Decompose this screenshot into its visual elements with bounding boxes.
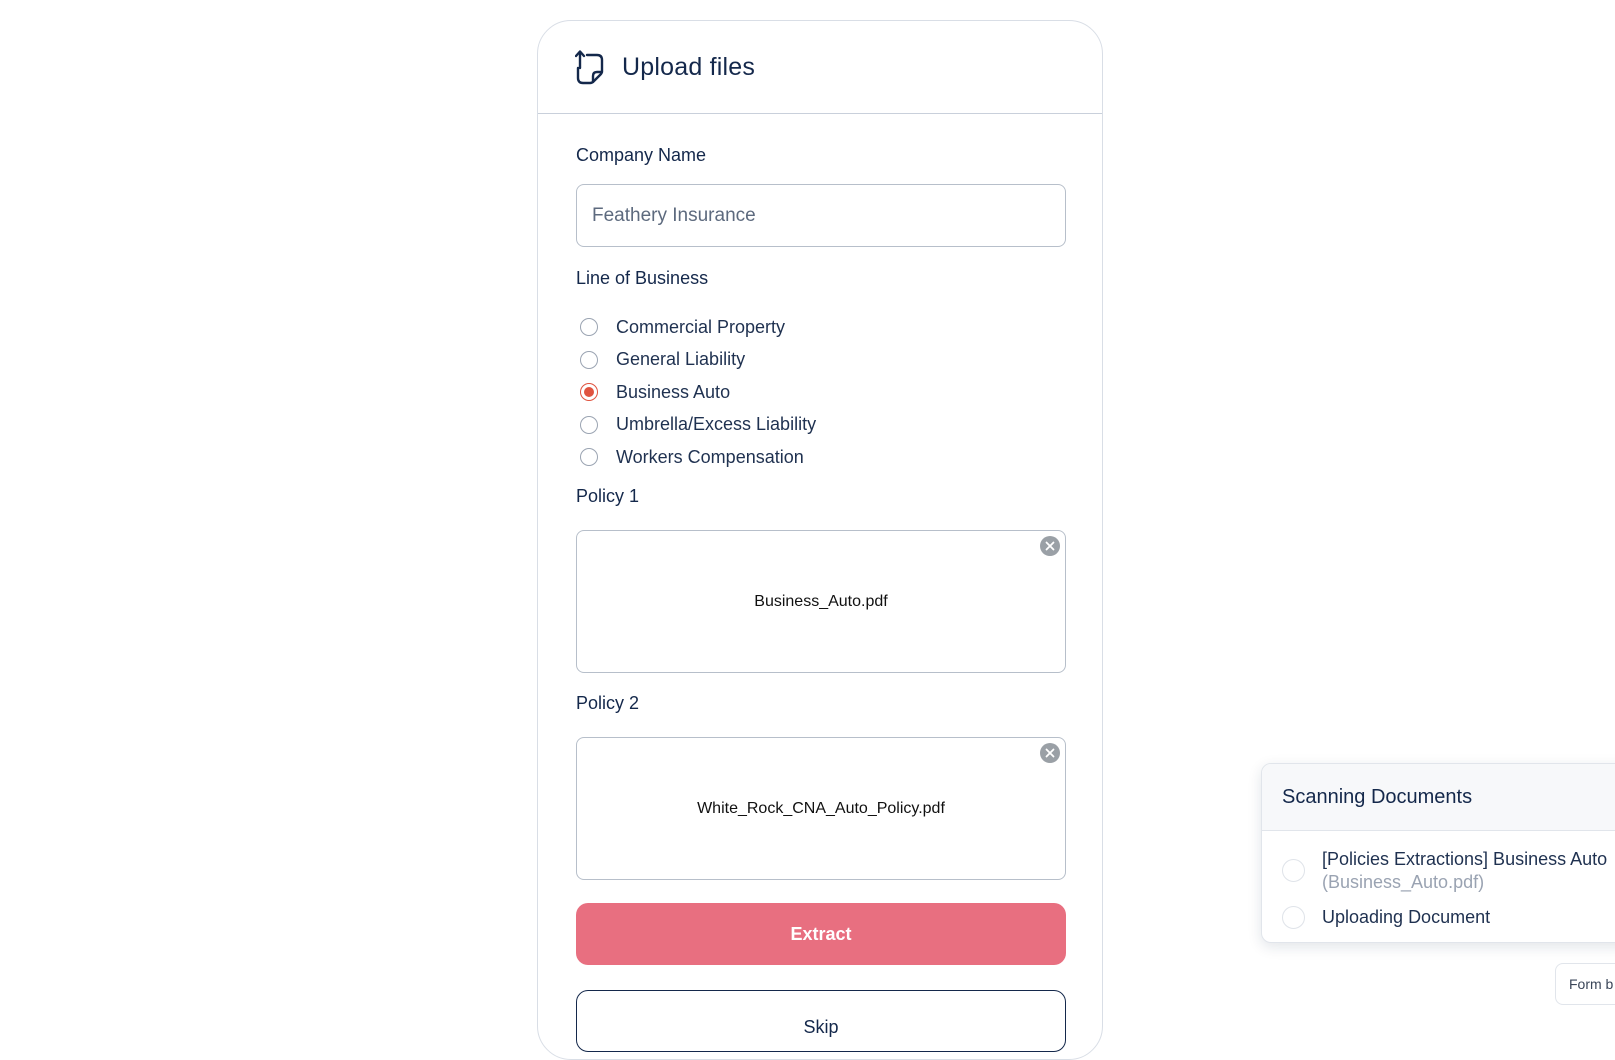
form-builder-badge[interactable]: Form b bbox=[1555, 963, 1615, 1005]
radio-commercial-property[interactable]: Commercial Property bbox=[580, 311, 816, 344]
radio-label: Commercial Property bbox=[616, 316, 786, 337]
line-of-business-label: Line of Business bbox=[576, 268, 709, 288]
radio-umbrella-excess-liability[interactable]: Umbrella/Excess Liability bbox=[580, 409, 816, 442]
remove-file-icon[interactable] bbox=[1040, 536, 1060, 556]
radio-business-auto[interactable]: Business Auto bbox=[580, 376, 816, 409]
scan-step-title: Uploading Document bbox=[1322, 907, 1491, 927]
line-of-business-radio-group: Commercial Property General Liability Bu… bbox=[580, 311, 816, 474]
remove-file-icon[interactable] bbox=[1040, 743, 1060, 763]
company-name-label: Company Name bbox=[576, 145, 707, 165]
scanning-documents-panel: Scanning Documents [Policies Extractions… bbox=[1261, 763, 1615, 943]
radio-button[interactable] bbox=[580, 318, 598, 337]
card-header: Upload files bbox=[538, 21, 1102, 114]
policy-1-label: Policy 1 bbox=[576, 486, 640, 506]
radio-label: General Liability bbox=[616, 349, 746, 370]
step-status-circle-icon bbox=[1282, 859, 1305, 882]
radio-label: Umbrella/Excess Liability bbox=[616, 414, 817, 435]
scanning-panel-title: Scanning Documents bbox=[1262, 764, 1615, 831]
policy-2-filename: White_Rock_CNA_Auto_Policy.pdf bbox=[697, 799, 945, 817]
scan-step-title: [Policies Extractions] Business Auto bbox=[1322, 849, 1608, 869]
policy-2-file-upload[interactable]: White_Rock_CNA_Auto_Policy.pdf bbox=[576, 737, 1066, 880]
radio-workers-compensation[interactable]: Workers Compensation bbox=[580, 441, 816, 474]
extract-button[interactable]: Extract bbox=[576, 903, 1066, 965]
radio-button[interactable] bbox=[580, 350, 598, 369]
page-title: Upload files bbox=[622, 52, 756, 81]
company-name-input[interactable] bbox=[576, 184, 1066, 247]
policy-2-label: Policy 2 bbox=[576, 693, 640, 713]
skip-button[interactable]: Skip bbox=[576, 990, 1066, 1052]
scan-step-item: [Policies Extractions] Business Auto (Bu… bbox=[1282, 848, 1607, 894]
file-upload-icon bbox=[574, 48, 606, 86]
scan-step-text: [Policies Extractions] Business Auto (Bu… bbox=[1322, 848, 1607, 894]
scan-step-subtitle: (Business_Auto.pdf) bbox=[1322, 872, 1485, 892]
policy-1-file-upload[interactable]: Business_Auto.pdf bbox=[576, 530, 1066, 673]
radio-label: Workers Compensation bbox=[616, 446, 804, 467]
step-status-circle-icon bbox=[1282, 906, 1305, 929]
radio-general-liability[interactable]: General Liability bbox=[580, 344, 816, 377]
radio-button-selected[interactable] bbox=[580, 383, 598, 402]
upload-form-card: Upload files Company Name Line of Busine… bbox=[537, 20, 1103, 1060]
radio-button[interactable] bbox=[580, 448, 598, 467]
radio-button[interactable] bbox=[580, 415, 598, 434]
policy-1-filename: Business_Auto.pdf bbox=[754, 592, 888, 610]
scan-step-item: Uploading Document bbox=[1282, 906, 1490, 929]
radio-label: Business Auto bbox=[616, 381, 731, 402]
